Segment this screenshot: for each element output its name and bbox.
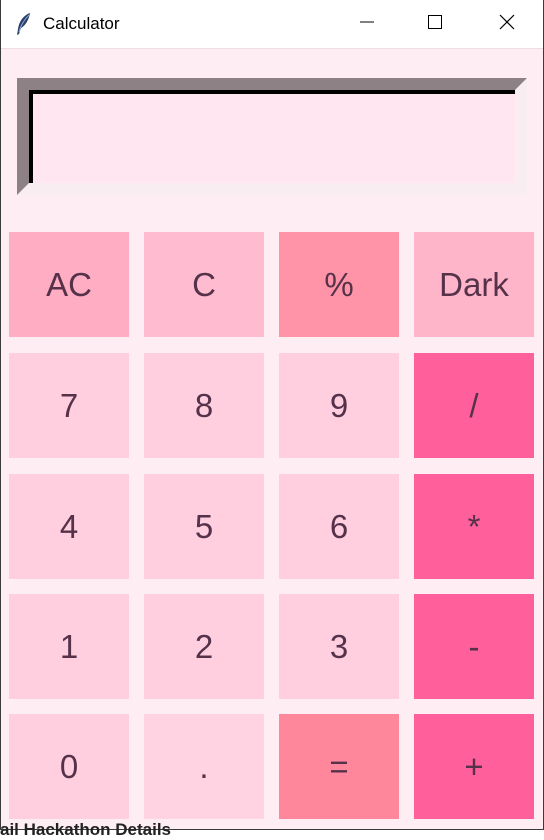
digit-0-button[interactable]: 0: [9, 714, 129, 819]
clear-button[interactable]: C: [144, 232, 264, 337]
equals-button[interactable]: =: [279, 714, 399, 819]
subtract-button[interactable]: -: [414, 594, 534, 699]
calculator-window: Calculator AC C % Dark 7 8 9 / 4 5 6 * 1…: [0, 0, 544, 830]
maximize-icon: [428, 14, 442, 34]
percent-button[interactable]: %: [279, 232, 399, 337]
close-icon: [499, 14, 515, 35]
display-entry[interactable]: [17, 78, 527, 195]
digit-6-button[interactable]: 6: [279, 474, 399, 579]
all-clear-button[interactable]: AC: [9, 232, 129, 337]
digit-2-button[interactable]: 2: [144, 594, 264, 699]
minimize-icon: [360, 15, 374, 34]
title-bar: Calculator: [1, 0, 543, 49]
digit-5-button[interactable]: 5: [144, 474, 264, 579]
feather-icon: [15, 12, 33, 36]
digit-9-button[interactable]: 9: [279, 353, 399, 458]
display-field: [29, 90, 515, 183]
window-title: Calculator: [43, 14, 120, 33]
digit-7-button[interactable]: 7: [9, 353, 129, 458]
digit-1-button[interactable]: 1: [9, 594, 129, 699]
decimal-point-button[interactable]: .: [144, 714, 264, 819]
dark-mode-button[interactable]: Dark: [414, 232, 534, 337]
multiply-button[interactable]: *: [414, 474, 534, 579]
close-button[interactable]: [473, 0, 541, 48]
digit-4-button[interactable]: 4: [9, 474, 129, 579]
divide-button[interactable]: /: [414, 353, 534, 458]
add-button[interactable]: +: [414, 714, 534, 819]
background-window-text: ail Hackathon Details: [0, 820, 172, 839]
digit-8-button[interactable]: 8: [144, 353, 264, 458]
digit-3-button[interactable]: 3: [279, 594, 399, 699]
minimize-button[interactable]: [333, 0, 401, 48]
maximize-button[interactable]: [401, 0, 469, 48]
